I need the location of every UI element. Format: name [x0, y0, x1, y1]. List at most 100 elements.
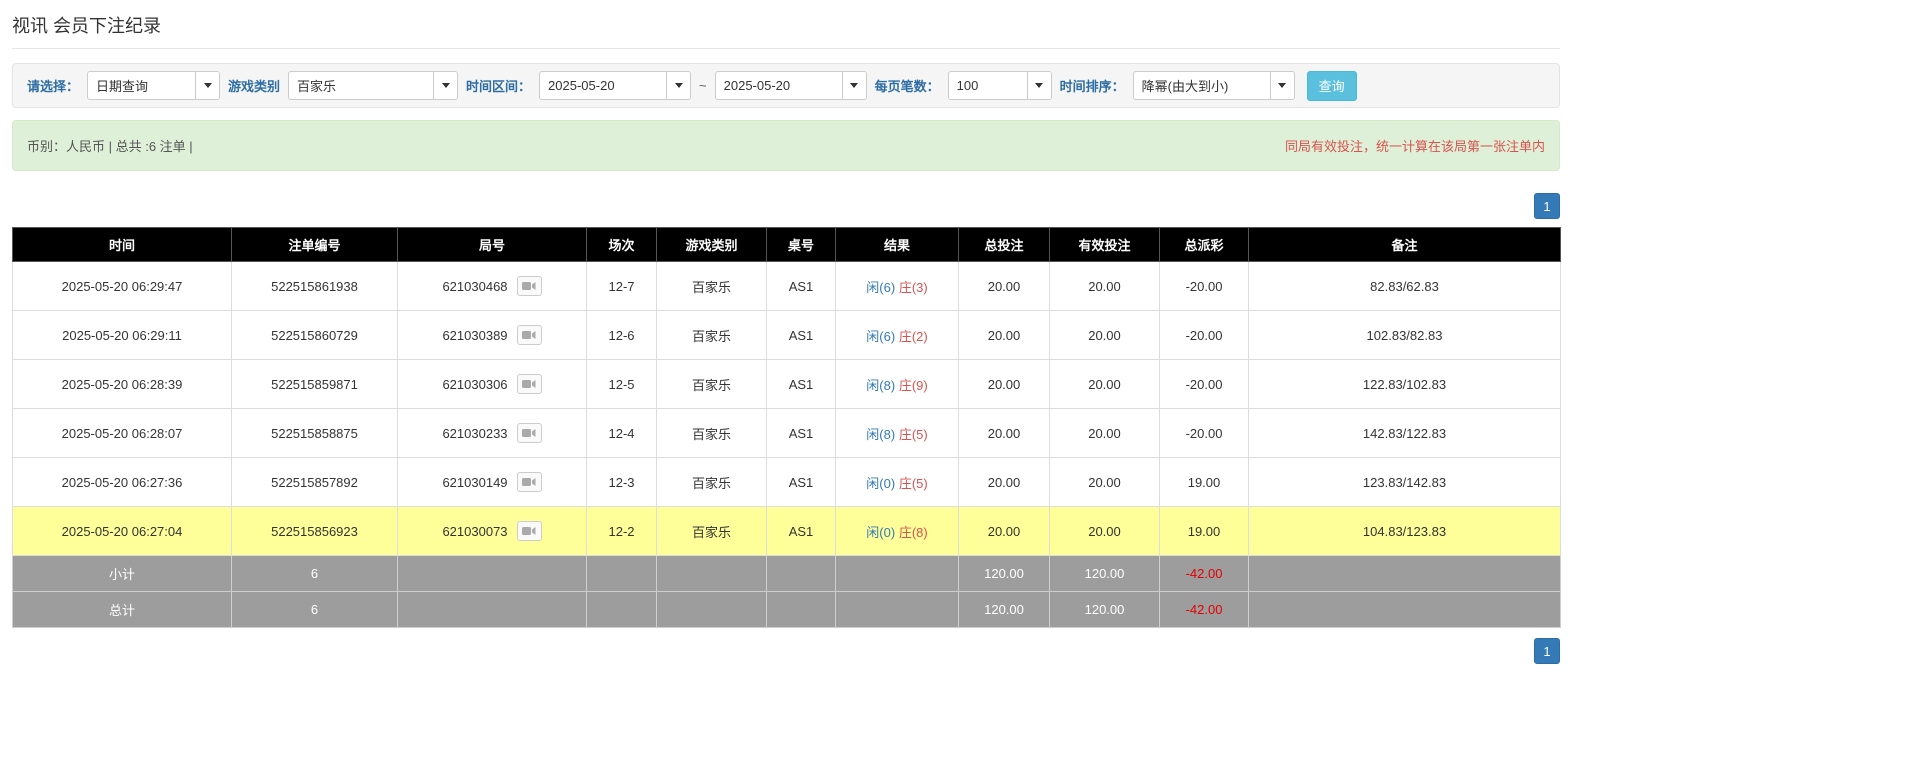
result-cell: 闲(6) 庄(2) — [836, 311, 959, 360]
empty-cell — [657, 592, 767, 628]
session-cell: 12-5 — [587, 360, 657, 409]
empty-cell — [587, 556, 657, 592]
table-row: 2025-05-20 06:28:39522515859871621030306… — [13, 360, 1561, 409]
date-from-dropdown[interactable]: 2025-05-20 — [539, 71, 691, 100]
table-row: 2025-05-20 06:27:04522515856923621030073… — [13, 507, 1561, 556]
query-type-label: 请选择： — [27, 76, 79, 95]
column-header: 游戏类别 — [657, 228, 767, 262]
bet-id-cell: 522515861938 — [232, 262, 398, 311]
page-title: 视讯 会员下注纪录 — [12, 12, 1560, 38]
video-replay-icon[interactable] — [517, 472, 542, 492]
page-button-1[interactable]: 1 — [1534, 193, 1560, 219]
chevron-down-icon[interactable] — [195, 72, 219, 99]
total-bet-cell[interactable]: 20.00 — [959, 262, 1050, 311]
page-button-1[interactable]: 1 — [1534, 638, 1560, 664]
chevron-down-icon[interactable] — [1270, 72, 1294, 99]
column-header: 结果 — [836, 228, 959, 262]
result-player: 闲(0) — [866, 525, 895, 540]
valid-bet-cell: 20.00 — [1050, 360, 1160, 409]
total-bet-cell: 120.00 — [959, 592, 1050, 628]
table-no-cell: AS1 — [767, 458, 836, 507]
bet-id-cell: 522515858875 — [232, 409, 398, 458]
column-header: 总派彩 — [1160, 228, 1249, 262]
time-cell: 2025-05-20 06:28:07 — [13, 409, 232, 458]
table-row: 2025-05-20 06:29:47522515861938621030468… — [13, 262, 1561, 311]
round-id-cell: 621030073 — [398, 507, 587, 556]
column-header: 局号 — [398, 228, 587, 262]
label-cell: 总计 — [13, 592, 232, 628]
valid-bet-cell: 20.00 — [1050, 311, 1160, 360]
chevron-down-icon[interactable] — [666, 72, 690, 99]
payout-cell: -20.00 — [1160, 311, 1249, 360]
game-type-cell: 百家乐 — [657, 409, 767, 458]
game-type-cell: 百家乐 — [657, 262, 767, 311]
game-type-dropdown[interactable]: 百家乐 — [288, 71, 458, 100]
table-row: 2025-05-20 06:29:11522515860729 621030389… — [13, 311, 1561, 360]
valid-bet-note: 同局有效投注，统一计算在该局第一张注单内 — [1285, 136, 1545, 155]
result-banker: 庄(2) — [899, 329, 928, 344]
total-bet-cell[interactable]: 20.00 — [959, 458, 1050, 507]
valid-bet-cell: 20.00 — [1050, 409, 1160, 458]
page-size-dropdown[interactable]: 100 — [948, 71, 1052, 100]
table-header-row: 时间注单编号局号场次游戏类别桌号结果总投注有效投注总派彩备注 — [13, 228, 1561, 262]
date-to-dropdown[interactable]: 2025-05-20 — [715, 71, 867, 100]
result-player: 闲(8) — [866, 378, 895, 393]
chevron-down-icon[interactable] — [433, 72, 457, 99]
empty-cell — [836, 556, 959, 592]
query-type-dropdown[interactable]: 日期查询 — [87, 71, 220, 100]
valid-bet-cell: 20.00 — [1050, 507, 1160, 556]
video-replay-icon[interactable] — [517, 325, 542, 345]
video-replay-icon[interactable] — [517, 374, 542, 394]
result-cell: 闲(8) 庄(5) — [836, 409, 959, 458]
empty-cell — [398, 592, 587, 628]
sort-order-dropdown[interactable]: 降幂(由大到小) — [1133, 71, 1295, 100]
empty-cell — [836, 592, 959, 628]
video-replay-icon[interactable] — [517, 521, 542, 541]
bet-records-table: 时间注单编号局号场次游戏类别桌号结果总投注有效投注总派彩备注 2025-05-2… — [12, 227, 1561, 628]
page-size-label: 每页笔数： — [875, 76, 940, 95]
table-body: 2025-05-20 06:29:47522515861938621030468… — [13, 262, 1561, 628]
total-bet-cell[interactable]: 20.00 — [959, 360, 1050, 409]
round-id-wrap: 621030233 — [442, 423, 541, 443]
table-no-cell: AS1 — [767, 311, 836, 360]
remark-cell: 123.83/142.83 — [1249, 458, 1561, 507]
result-cell: 闲(0) 庄(8) — [836, 507, 959, 556]
time-cell: 2025-05-20 06:29:11 — [13, 311, 232, 360]
column-header: 注单编号 — [232, 228, 398, 262]
result-banker: 庄(8) — [899, 525, 928, 540]
count-cell: 6 — [232, 592, 398, 628]
date-to-value: 2025-05-20 — [716, 72, 842, 99]
column-header: 备注 — [1249, 228, 1561, 262]
video-replay-icon[interactable] — [517, 276, 542, 296]
payout-cell: 19.00 — [1160, 507, 1249, 556]
time-cell: 2025-05-20 06:27:36 — [13, 458, 232, 507]
total-bet-cell[interactable]: 20.00 — [959, 507, 1050, 556]
column-header: 总投注 — [959, 228, 1050, 262]
column-header: 有效投注 — [1050, 228, 1160, 262]
round-id-wrap: 621030306 — [442, 374, 541, 394]
video-replay-icon[interactable] — [517, 423, 542, 443]
total-bet-cell[interactable]: 20.00 — [959, 409, 1050, 458]
round-id: 621030233 — [442, 426, 507, 441]
total-row: 总计6120.00120.00-42.00 — [13, 592, 1561, 628]
search-button[interactable]: 查询 — [1307, 71, 1357, 101]
result-player: 闲(6) — [866, 280, 895, 295]
round-id-wrap: 621030389 — [442, 325, 541, 345]
total-bet-cell[interactable]: 20.00 — [959, 311, 1050, 360]
currency-summary-text: 币别：人民币 | 总共 :6 注单 | — [27, 136, 193, 155]
round-id-wrap: 621030073 — [442, 521, 541, 541]
round-id-wrap: 621030149 — [442, 472, 541, 492]
chevron-down-icon[interactable] — [1027, 72, 1051, 99]
remark-cell: 82.83/62.83 — [1249, 262, 1561, 311]
game-type-cell: 百家乐 — [657, 507, 767, 556]
session-cell: 12-6 — [587, 311, 657, 360]
bet-id-cell: 522515860729 — [232, 311, 398, 360]
time-cell: 2025-05-20 06:29:47 — [13, 262, 232, 311]
column-header: 场次 — [587, 228, 657, 262]
game-type-cell: 百家乐 — [657, 360, 767, 409]
round-id: 621030073 — [442, 524, 507, 539]
total-bet-cell: 120.00 — [959, 556, 1050, 592]
time-cell: 2025-05-20 06:27:04 — [13, 507, 232, 556]
chevron-down-icon[interactable] — [842, 72, 866, 99]
filter-bar: 请选择： 日期查询 游戏类别 百家乐 时间区间： 2025-05-20 ~ 20… — [12, 63, 1560, 108]
